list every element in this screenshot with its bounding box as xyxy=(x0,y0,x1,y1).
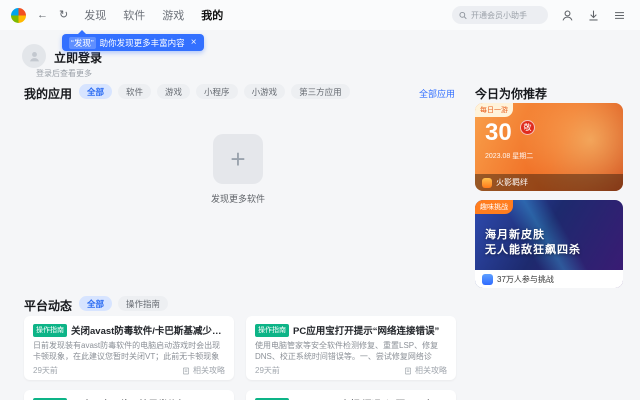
plus-icon: + xyxy=(230,143,246,174)
news-source: 相关攻略 xyxy=(182,365,225,376)
filter-thirdparty[interactable]: 第三方应用 xyxy=(291,84,350,99)
feed-grid: 操作指南 关闭avast防毒软件/卡巴斯基减少卡顿困扰 日前发现装有avast防… xyxy=(24,316,456,400)
news-source-label: 相关攻略 xyxy=(415,366,447,375)
news-card[interactable]: 操作指南 PC应用宝打开提示“网络连接错误” 使用电脑管家等安全软件检测修复、重… xyxy=(246,316,456,380)
avatar-placeholder-icon xyxy=(29,51,39,61)
challenge-line1: 海月新皮肤 xyxy=(485,229,545,241)
login-button[interactable]: 立即登录 xyxy=(54,49,102,66)
nav-tab-discover[interactable]: 发现 xyxy=(84,7,106,23)
news-card[interactable]: 操作指南 pc应用宝网络环境异常修复DNS指南 xyxy=(24,390,234,400)
close-icon[interactable]: × xyxy=(191,37,197,48)
search-icon xyxy=(459,11,467,19)
filter-games[interactable]: 游戏 xyxy=(157,84,191,99)
tooltip-text: 助你发现更多丰富内容 xyxy=(99,37,185,48)
news-card-head: 操作指南 PC应用宝打开提示“网络连接错误” xyxy=(255,323,447,337)
filter-all[interactable]: 全部 xyxy=(79,84,113,99)
search-box[interactable] xyxy=(452,6,548,24)
download-icon[interactable] xyxy=(587,9,600,22)
app-logo-icon xyxy=(11,7,26,23)
news-date: 29天前 xyxy=(33,366,58,375)
challenge-badge: 趣味挑战 xyxy=(475,200,513,214)
news-card-head: 操作指南 关闭avast防毒软件/卡巴斯基减少卡顿困扰 xyxy=(33,323,225,337)
doc-icon xyxy=(183,367,189,374)
challenge-stat: 37万人参与挑战 xyxy=(497,274,554,284)
daily-game-badge: 每日一游 xyxy=(475,103,513,117)
filter-miniprogram[interactable]: 小程序 xyxy=(196,84,238,99)
news-title: 关闭avast防毒软件/卡巴斯基减少卡顿困扰 xyxy=(71,326,225,337)
back-icon[interactable]: ← xyxy=(37,9,48,21)
nav-tab-mine[interactable]: 我的 xyxy=(201,7,223,23)
my-apps-filters: 全部 软件 游戏 小程序 小游戏 第三方应用 xyxy=(79,84,356,99)
user-icon[interactable] xyxy=(561,9,574,22)
tooltip-highlight: “发现” xyxy=(69,36,96,49)
challenge-bar: 37万人参与挑战 xyxy=(475,270,623,288)
menu-icon[interactable] xyxy=(613,9,626,22)
daily-game-card[interactable]: 每日一游 30 敬 2023.08 星期二 火影羁绊 xyxy=(475,103,623,191)
feed-filter-all[interactable]: 全部 xyxy=(79,296,113,311)
doc-icon xyxy=(405,367,411,374)
news-source-label: 相关攻略 xyxy=(193,366,225,375)
login-subtext: 登录后查看更多 xyxy=(36,69,92,78)
news-badge: 操作指南 xyxy=(255,323,289,337)
feed-filters: 全部 操作指南 xyxy=(79,296,174,311)
calendar-day: 30 xyxy=(485,119,512,146)
game-icon xyxy=(482,177,492,188)
challenge-icon xyxy=(482,273,493,285)
feed-filter-guides[interactable]: 操作指南 xyxy=(118,296,169,311)
feed-title: 平台动态 xyxy=(24,299,73,313)
news-footer: 29天前 相关攻略 xyxy=(255,365,447,376)
main-nav: 发现 软件 游戏 我的 xyxy=(84,7,223,23)
daily-game-bar: 火影羁绊 xyxy=(475,174,623,191)
my-apps-title: 我的应用 xyxy=(24,87,73,101)
challenge-line2: 无人能敌狂飙四杀 xyxy=(485,244,581,256)
news-date: 29天前 xyxy=(255,366,280,375)
news-desc: 日前发现装有avast防毒软件的电脑启动游戏时会出现卡顿现象，在此建议您暂时关闭… xyxy=(33,341,221,361)
daily-game-name: 火影羁绊 xyxy=(496,178,528,187)
calendar-date: 2023.08 星期二 xyxy=(485,153,534,160)
topbar: ← ↻ 发现 软件 游戏 我的 xyxy=(0,0,640,30)
calendar-seal-icon: 敬 xyxy=(520,120,535,135)
news-title: PC应用宝打开提示“网络连接错误” xyxy=(293,326,440,337)
filter-software[interactable]: 软件 xyxy=(118,84,152,99)
news-source: 相关攻略 xyxy=(404,365,447,376)
nav-tab-software[interactable]: 软件 xyxy=(123,7,145,23)
all-apps-link[interactable]: 全部应用 xyxy=(419,87,455,100)
news-card[interactable]: 操作指南 关闭avast防毒软件/卡巴斯基减少卡顿困扰 日前发现装有avast防… xyxy=(24,316,234,380)
add-software-label: 发现更多软件 xyxy=(210,194,265,204)
discover-tooltip: “发现” 助你发现更多丰富内容 × xyxy=(62,30,204,51)
refresh-icon[interactable]: ↻ xyxy=(59,9,68,21)
challenge-card[interactable]: 趣味挑战 海月新皮肤 无人能敌狂飙四杀 37万人参与挑战 xyxy=(475,200,623,288)
nav-tab-games[interactable]: 游戏 xyxy=(162,7,184,23)
news-badge: 操作指南 xyxy=(33,323,67,337)
news-footer: 29天前 相关攻略 xyxy=(33,365,225,376)
search-input[interactable] xyxy=(471,10,541,20)
avatar[interactable] xyxy=(22,44,46,68)
recommend-title: 今日为你推荐 xyxy=(475,87,548,101)
filter-minigames[interactable]: 小游戏 xyxy=(243,84,286,99)
add-software-button[interactable]: + xyxy=(213,134,263,184)
news-card[interactable]: 操作指南 potplayer“卡顿/闪退”问题，一文帮你解决 xyxy=(246,390,456,400)
news-desc: 使用电脑管家等安全软件检测修复、重置LSP、修复DNS、校正系统时间错误等。一、… xyxy=(255,341,439,361)
